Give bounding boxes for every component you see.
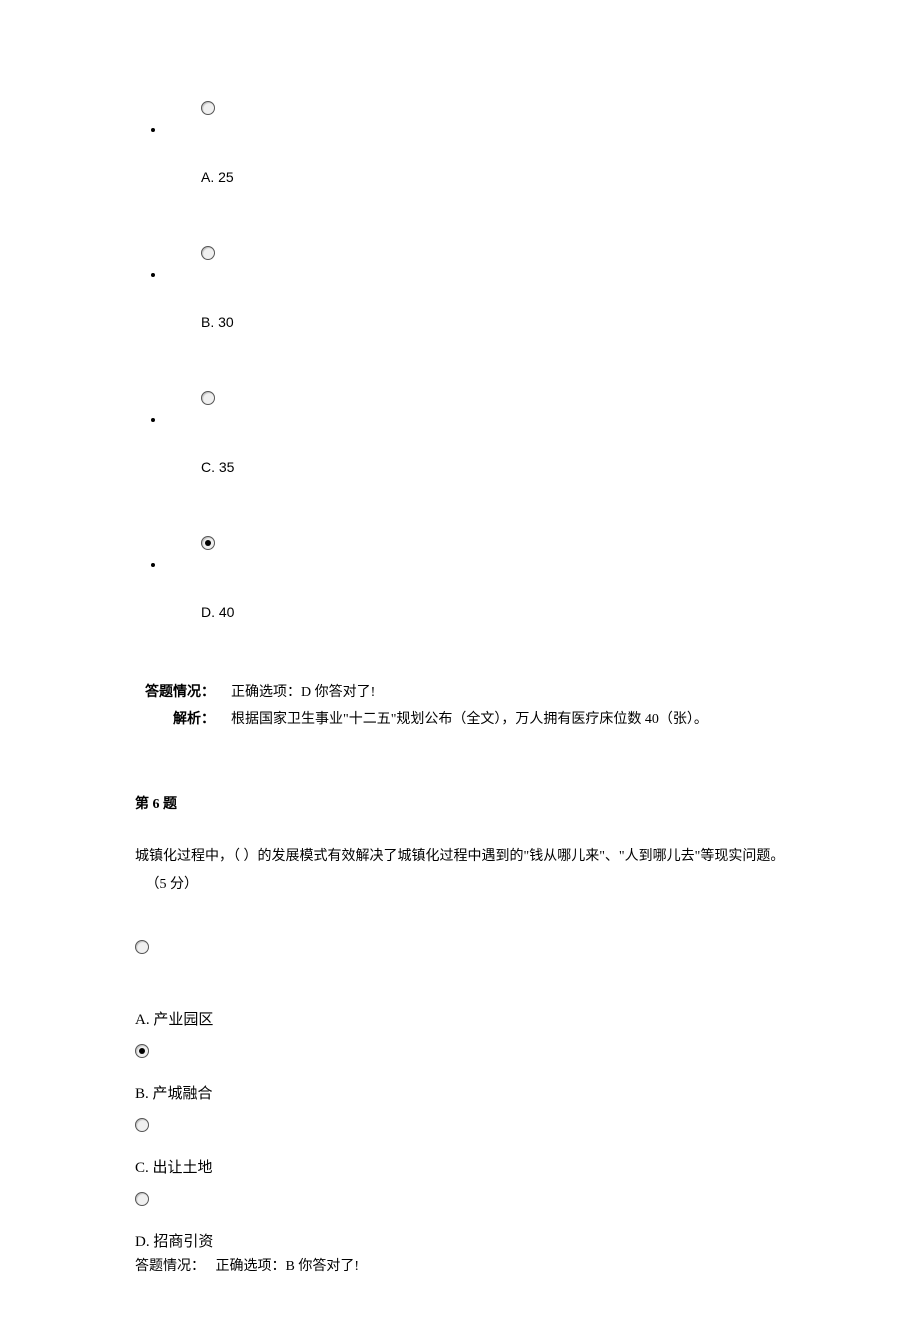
q6-text-body: 城镇化过程中，（ ）的发展模式有效解决了城镇化过程中遇到的"钱从哪儿来"、"人到…	[135, 849, 784, 864]
q6-score: （5 分）	[146, 877, 199, 892]
q5-analysis-label: 解析：	[135, 707, 215, 734]
bullet-icon	[151, 418, 155, 422]
option-D: D. 40	[165, 535, 785, 620]
option-A: A. 25	[165, 100, 785, 185]
q6-radio-A[interactable]	[135, 940, 149, 954]
q6-radio-C[interactable]	[135, 1118, 149, 1132]
bullet-icon	[151, 273, 155, 277]
option-C: C. 35	[165, 390, 785, 475]
option-B: B. 30	[165, 245, 785, 330]
q6-radio-B[interactable]	[135, 1044, 149, 1058]
q6-result-label: 答题情况：	[135, 1259, 205, 1274]
q6-option-D: D. 招商引资	[135, 1230, 785, 1251]
q6-option-B: B. 产城融合	[135, 1082, 785, 1103]
q6-header: 第 6 题	[135, 793, 785, 813]
option-D-label: D. 40	[201, 604, 785, 620]
q5-result-label: 答题情况：	[135, 680, 215, 707]
bullet-icon	[151, 563, 155, 567]
q6-option-A: A. 产业园区	[135, 1008, 785, 1029]
option-C-label: C. 35	[201, 459, 785, 475]
option-B-label: B. 30	[201, 314, 785, 330]
q6-result: 答题情况： 正确选项：B 你答对了!	[135, 1255, 785, 1275]
q5-analysis-value: 根据国家卫生事业"十二五"规划公布（全文），万人拥有医疗床位数 40（张）。	[215, 707, 785, 734]
q6-text: 城镇化过程中，（ ）的发展模式有效解决了城镇化过程中遇到的"钱从哪儿来"、"人到…	[135, 843, 785, 899]
radio-B[interactable]	[201, 246, 215, 260]
q6-result-value: 正确选项：B 你答对了!	[216, 1259, 360, 1274]
q6-option-C: C. 出让土地	[135, 1156, 785, 1177]
radio-A[interactable]	[201, 101, 215, 115]
q6-radio-D[interactable]	[135, 1192, 149, 1206]
radio-C[interactable]	[201, 391, 215, 405]
bullet-icon	[151, 128, 155, 132]
option-A-label: A. 25	[201, 169, 785, 185]
q5-result-value: 正确选项：D 你答对了!	[215, 680, 785, 707]
radio-D[interactable]	[201, 536, 215, 550]
